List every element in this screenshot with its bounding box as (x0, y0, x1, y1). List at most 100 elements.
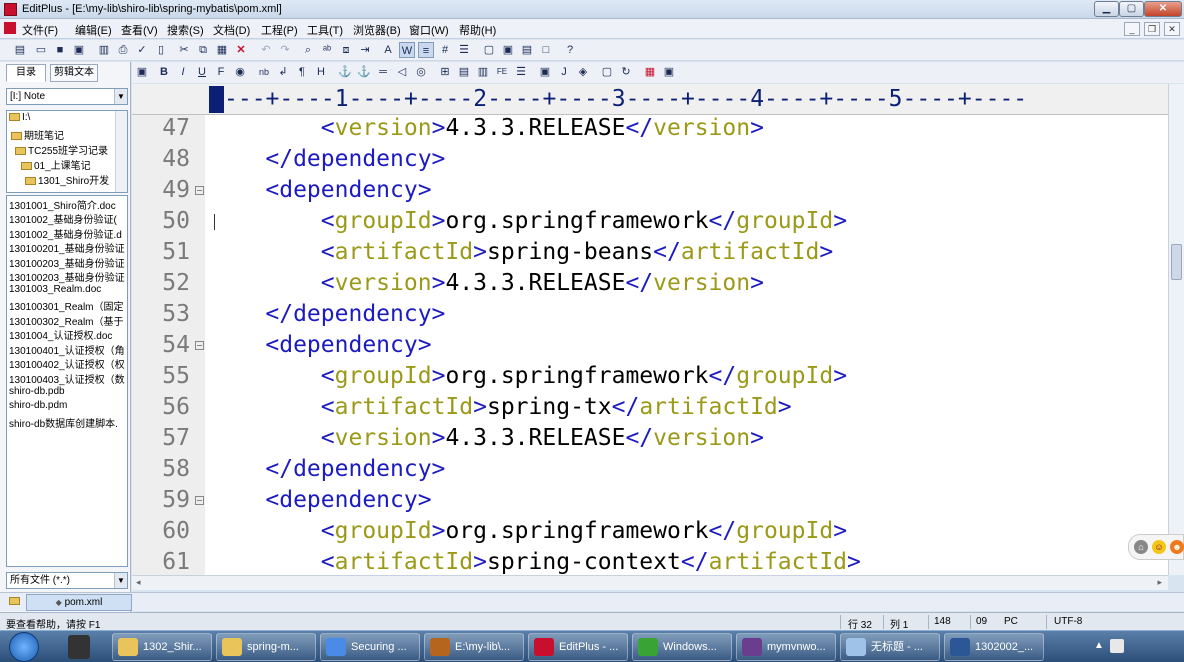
window-tile-icon[interactable]: ▢ (481, 42, 497, 58)
line-number-icon[interactable]: # (437, 42, 453, 58)
nbsp-icon[interactable]: nb (256, 64, 272, 80)
form-icon[interactable]: FE (494, 64, 510, 80)
tab-pom-xml[interactable]: ◆ pom.xml (26, 594, 132, 611)
menu-browser[interactable]: 浏览器(B) (353, 22, 401, 38)
full-screen-icon[interactable]: □ (538, 42, 554, 58)
tray-expand-icon[interactable]: ▲ (1094, 640, 1104, 651)
close-button[interactable]: ✕ (1144, 1, 1182, 17)
color-palette-icon[interactable]: ▦ (642, 64, 658, 80)
italic-icon[interactable]: I (175, 64, 191, 80)
taskbar-button[interactable]: EditPlus - ... (528, 633, 628, 661)
list-item[interactable]: 130100203_基础身份验证 (9, 269, 127, 284)
tree-item-lessons[interactable]: 01_上课笔记 (21, 157, 91, 172)
directory-window-icon[interactable]: ▣ (500, 42, 516, 58)
taskbar-button[interactable]: E:\my-lib\... (424, 633, 524, 661)
list-item[interactable]: 130100301_Realm（固定 (9, 298, 127, 313)
tree-item-class[interactable]: TC255班学习记录 (15, 142, 108, 157)
print-preview-icon[interactable]: ▥ (96, 42, 112, 58)
folder-icon[interactable] (9, 597, 20, 605)
undo-icon[interactable]: ↶ (258, 42, 274, 58)
smile-icon[interactable]: ☺ (1152, 540, 1166, 554)
menu-search[interactable]: 搜索(S) (167, 22, 204, 38)
start-button[interactable] (9, 632, 39, 662)
redo-icon[interactable]: ↷ (277, 42, 293, 58)
maximize-button[interactable]: ▢ (1119, 1, 1144, 17)
indent-guide-icon[interactable]: ☰ (456, 42, 472, 58)
document-icon[interactable]: ▯ (153, 42, 169, 58)
document-menu-icon[interactable] (4, 22, 16, 34)
list-item[interactable]: 130100201_基础身份验证 (9, 240, 127, 255)
vertical-scrollbar[interactable] (1168, 84, 1184, 575)
menu-tools[interactable]: 工具(T) (307, 22, 343, 38)
file-filter-select[interactable]: 所有文件 (*.*) ▼ (6, 572, 128, 589)
scroll-left-icon[interactable]: ◂ (136, 577, 141, 588)
list-item[interactable]: shiro-db.pdb (9, 386, 127, 397)
word-wrap-icon[interactable]: W (399, 42, 415, 58)
tree-item-notes[interactable]: 期班笔记 (11, 127, 64, 142)
delete-icon[interactable]: ✕ (233, 42, 249, 58)
javascript-icon[interactable]: J (556, 64, 572, 80)
list-item[interactable]: 130100402_认证授权（权 (9, 356, 127, 371)
list-icon[interactable]: ☰ (513, 64, 529, 80)
preview-browser-icon[interactable]: ▢ (599, 64, 615, 80)
new-file-icon[interactable]: ▤ (12, 42, 28, 58)
mdi-minimize-button[interactable]: _ (1124, 22, 1140, 36)
line-break-icon[interactable]: ↲ (275, 64, 291, 80)
anchor-icon[interactable]: ⚓ (356, 64, 372, 80)
paragraph-icon[interactable]: ¶ (294, 64, 310, 80)
minimize-button[interactable]: ▁ (1094, 1, 1119, 17)
taskbar-button[interactable]: Securing ... (320, 633, 420, 661)
menu-window[interactable]: 窗口(W) (409, 22, 449, 38)
php-icon[interactable]: ◈ (575, 64, 591, 80)
taskbar-button[interactable]: spring-m... (216, 633, 316, 661)
tray-flag-icon[interactable] (1110, 639, 1124, 653)
fold-toggle-icon[interactable]: − (195, 186, 204, 195)
tree-item-root[interactable]: I:\ (9, 112, 30, 123)
taskbar-button[interactable]: 1302002_... (944, 633, 1044, 661)
copy-icon[interactable]: ⧉ (195, 42, 211, 58)
comment-icon[interactable]: ◁ (394, 64, 410, 80)
taskbar-button[interactable]: 无标题 - ... (840, 633, 940, 661)
paste-icon[interactable]: ▦ (214, 42, 230, 58)
spell-check-icon[interactable]: ✓ (134, 42, 150, 58)
color-picker-icon[interactable]: ◉ (232, 64, 248, 80)
font-tag-icon[interactable]: F (213, 64, 229, 80)
drive-select[interactable]: [I:] Note ▼ (6, 88, 128, 105)
goto-line-icon[interactable]: ⇥ (357, 42, 373, 58)
tree-item-shiro[interactable]: 1301_Shiro开发 (25, 172, 109, 187)
open-file-icon[interactable]: ▭ (33, 42, 49, 58)
horizontal-rule-icon[interactable]: ═ (375, 64, 391, 80)
scroll-right-icon[interactable]: ▸ (1157, 577, 1162, 588)
mdi-restore-button[interactable]: ❐ (1144, 22, 1160, 36)
list-item[interactable]: 1301001_Shiro简介.doc (9, 197, 127, 212)
chevron-down-icon[interactable]: ▼ (114, 89, 127, 104)
bold-icon[interactable]: B (156, 64, 172, 80)
menu-file[interactable]: 文件(F) (22, 22, 58, 38)
print-icon[interactable]: ⎙ (115, 42, 131, 58)
horizontal-scrollbar[interactable]: ◂ ▸ (132, 575, 1168, 590)
html-preview-icon[interactable]: ▣ (134, 64, 150, 80)
pinned-app-icon[interactable] (68, 635, 90, 659)
taskbar-button[interactable]: Windows... (632, 633, 732, 661)
ruler-toggle-icon[interactable]: ≡ (418, 42, 434, 58)
menu-help[interactable]: 帮助(H) (459, 22, 496, 38)
save-all-icon[interactable]: ▣ (71, 42, 87, 58)
list-item[interactable]: shiro-db数据库创建脚本. (9, 415, 127, 430)
link-icon[interactable]: ⚓ (337, 64, 353, 80)
cut-icon[interactable]: ✂ (176, 42, 192, 58)
fold-toggle-icon[interactable]: − (195, 341, 204, 350)
output-window-icon[interactable]: ▤ (519, 42, 535, 58)
list-item[interactable]: 1301004_认证授权.doc (9, 327, 127, 342)
scrollbar-thumb[interactable] (1171, 244, 1182, 280)
menu-edit[interactable]: 编辑(E) (75, 22, 112, 38)
style-icon[interactable]: ▣ (537, 64, 553, 80)
emoji-icon[interactable]: ☻ (1170, 540, 1184, 554)
code-editor[interactable]: 47 <version>4.3.3.RELEASE</version> 48 </… (132, 115, 1168, 575)
list-item[interactable]: 130100403_认证授权（数 (9, 371, 127, 386)
font-icon[interactable]: A (380, 42, 396, 58)
taskbar-button[interactable]: 1302_Shir... (112, 633, 212, 661)
chevron-down-icon[interactable]: ▼ (114, 573, 127, 588)
list-item[interactable]: 130100302_Realm（基于 (9, 313, 127, 328)
menu-document[interactable]: 文档(D) (213, 22, 250, 38)
table-cell-icon[interactable]: ▥ (475, 64, 491, 80)
